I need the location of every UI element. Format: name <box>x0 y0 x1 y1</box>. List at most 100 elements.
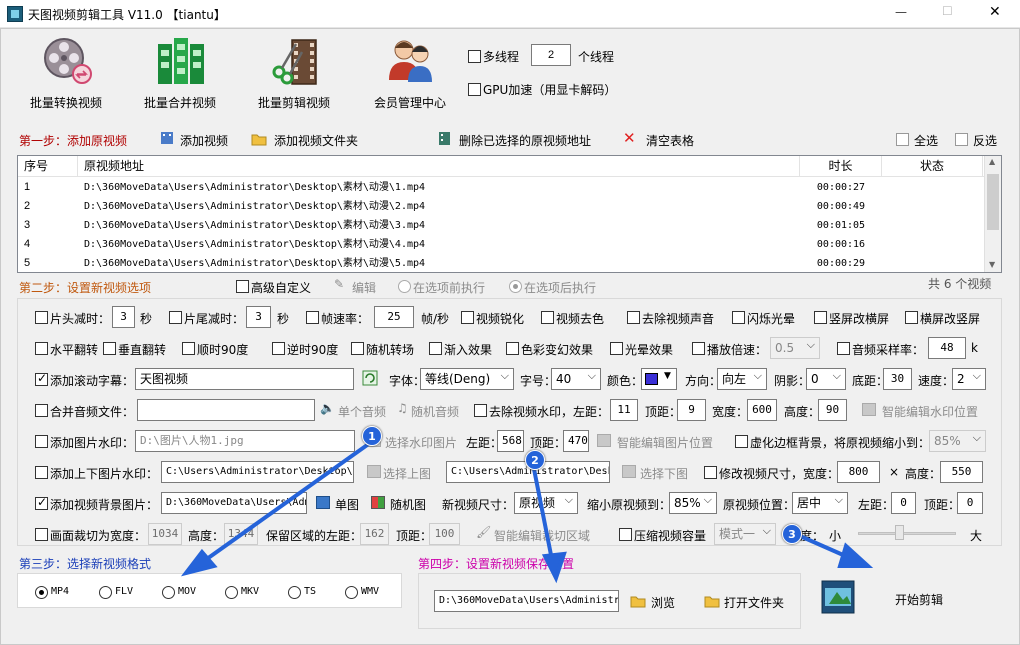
img-path-input[interactable]: D:\图片\人物1.jpg <box>135 430 355 452</box>
table-row[interactable]: 2 D:\360MoveData\Users\Administrator\Desk… <box>18 197 983 216</box>
header-no[interactable]: 序号 <box>18 156 78 176</box>
size-select[interactable]: 40 <box>551 368 601 390</box>
table-row[interactable]: 1 D:\360MoveData\Users\Administrator\Desk… <box>18 178 983 197</box>
batch-cut-button[interactable]: 批量剪辑视频 <box>256 34 338 114</box>
blur-border-checkbox[interactable] <box>735 435 748 448</box>
open-folder-button[interactable]: 打开文件夹 <box>704 591 794 611</box>
scroll-down-arrow-icon[interactable]: ▼ <box>989 260 995 269</box>
img-left-input[interactable]: 568 <box>497 430 524 452</box>
header-path[interactable]: 原视频地址 <box>78 156 800 176</box>
scroll-thumb[interactable] <box>987 174 999 230</box>
merge-audio-checkbox[interactable] <box>35 404 48 417</box>
format-radio-mp4[interactable] <box>35 586 48 599</box>
keep-left-input[interactable]: 162 <box>360 523 389 545</box>
wm-left-input[interactable]: 11 <box>610 399 638 421</box>
keep-top-input[interactable]: 100 <box>429 523 460 545</box>
member-center-button[interactable]: 会员管理中心 <box>372 34 454 114</box>
remove-wm-checkbox[interactable] <box>474 404 487 417</box>
format-radio-ts[interactable] <box>288 586 301 599</box>
format-radio-mov[interactable] <box>162 586 175 599</box>
advanced-checkbox[interactable] <box>236 280 249 293</box>
random-img-button[interactable]: 随机图 <box>371 494 431 512</box>
smart-crop-button[interactable]: 🖌 智能编辑裁切区域 <box>476 525 606 543</box>
sub-text-input[interactable]: 天图视频 <box>135 368 354 390</box>
topbottom-checkbox[interactable] <box>35 466 48 479</box>
direction-select[interactable]: 向左 <box>717 368 767 390</box>
bg-left-input[interactable]: 0 <box>891 492 916 514</box>
format-radio-flv[interactable] <box>99 586 112 599</box>
table-row[interactable]: 4 D:\360MoveData\Users\Administrator\Desk… <box>18 235 983 254</box>
after-radio[interactable] <box>509 280 522 293</box>
select-all-button[interactable]: 全选 <box>896 129 946 149</box>
delete-selected-button[interactable]: 删除已选择的原视频地址 <box>438 129 598 149</box>
compress-slider-thumb[interactable] <box>895 525 904 540</box>
before-radio[interactable] <box>398 280 411 293</box>
header-duration[interactable]: 时长 <box>800 156 882 176</box>
h2v-checkbox[interactable] <box>905 311 918 324</box>
color-picker[interactable]: ▼ <box>641 368 677 390</box>
light-fx-checkbox[interactable] <box>610 342 623 355</box>
refresh-icon[interactable] <box>362 370 378 386</box>
shadow-select[interactable]: 0 <box>806 368 846 390</box>
sub-speed-select[interactable]: 2 <box>952 368 986 390</box>
compress-slider[interactable] <box>858 532 956 535</box>
wm-width-input[interactable]: 600 <box>747 399 777 421</box>
bg-top-input[interactable]: 0 <box>957 492 983 514</box>
bottom-input[interactable]: 30 <box>883 368 912 390</box>
format-radio-wmv[interactable] <box>345 586 358 599</box>
clear-table-button[interactable]: ✕ 清空表格 <box>623 129 703 149</box>
resize-width-input[interactable]: 800 <box>837 461 880 483</box>
fps-checkbox[interactable] <box>306 311 319 324</box>
smart-wm-button[interactable]: 智能编辑水印位置 <box>862 401 992 419</box>
wm-height-input[interactable]: 90 <box>818 399 847 421</box>
single-img-button[interactable]: 单图 <box>316 494 362 512</box>
start-button[interactable]: 开始剪辑 <box>819 578 999 618</box>
crop-checkbox[interactable] <box>35 528 48 541</box>
decolor-checkbox[interactable] <box>541 311 554 324</box>
resize-checkbox[interactable] <box>704 466 717 479</box>
batch-merge-button[interactable]: 批量合并视频 <box>142 34 224 114</box>
browse-button[interactable]: 浏览 <box>630 591 682 611</box>
bg-path-input[interactable]: D:\360MoveData\Users\Adm <box>161 492 307 514</box>
compress-checkbox[interactable] <box>619 528 632 541</box>
invert-select-button[interactable]: 反选 <box>955 129 1005 149</box>
mute-checkbox[interactable] <box>627 311 640 324</box>
choose-top-button[interactable]: 选择上图 <box>367 463 437 481</box>
add-video-button[interactable]: 添加视频 <box>160 129 232 149</box>
compress-mode-select[interactable]: 模式一 <box>714 523 776 545</box>
minimize-button[interactable]: — <box>895 5 907 19</box>
position-select[interactable]: 居中 <box>792 492 848 514</box>
flash-checkbox[interactable] <box>732 311 745 324</box>
head-cut-input[interactable]: 3 <box>112 306 135 328</box>
wm-top-input[interactable]: 9 <box>677 399 706 421</box>
scroll-up-arrow-icon[interactable]: ▲ <box>989 157 995 166</box>
single-audio-button[interactable]: 🔈 单个音频 <box>320 401 390 419</box>
close-button[interactable]: ✕ <box>989 4 1001 20</box>
add-folder-button[interactable]: 添加视频文件夹 <box>251 129 361 149</box>
edit-button[interactable]: ✎ 编辑 <box>334 277 384 295</box>
header-status[interactable]: 状态 <box>882 156 983 176</box>
fadein-checkbox[interactable] <box>429 342 442 355</box>
format-radio-mkv[interactable] <box>225 586 238 599</box>
table-row[interactable]: 5 D:\360MoveData\Users\Administrator\Desk… <box>18 254 983 272</box>
tail-cut-checkbox[interactable] <box>169 311 182 324</box>
random-trans-checkbox[interactable] <box>351 342 364 355</box>
new-size-select[interactable]: 原视频 <box>514 492 578 514</box>
speed-select[interactable]: 0.5 <box>770 337 820 359</box>
shrink-select[interactable]: 85% <box>669 492 717 514</box>
table-row[interactable]: 3 D:\360MoveData\Users\Administrator\Desk… <box>18 216 983 235</box>
head-cut-checkbox[interactable] <box>35 311 48 324</box>
top-img-input[interactable]: C:\Users\Administrator\Desktop\素 <box>161 461 354 483</box>
scroll-sub-checkbox[interactable] <box>35 371 48 386</box>
sample-input[interactable]: 48 <box>928 337 966 359</box>
crop-height-input[interactable]: 1344 <box>224 523 258 545</box>
speed-checkbox[interactable] <box>692 342 705 355</box>
thread-count-input[interactable]: 2 <box>531 44 571 66</box>
batch-convert-button[interactable]: 批量转换视频 <box>28 34 110 114</box>
font-select[interactable]: 等线(Deng) <box>420 368 514 390</box>
blur-select[interactable]: 85% <box>929 430 986 452</box>
gpu-checkbox[interactable] <box>468 83 481 96</box>
color-fx-checkbox[interactable] <box>506 342 519 355</box>
img-wm-checkbox[interactable] <box>35 435 48 448</box>
sample-checkbox[interactable] <box>837 342 850 355</box>
